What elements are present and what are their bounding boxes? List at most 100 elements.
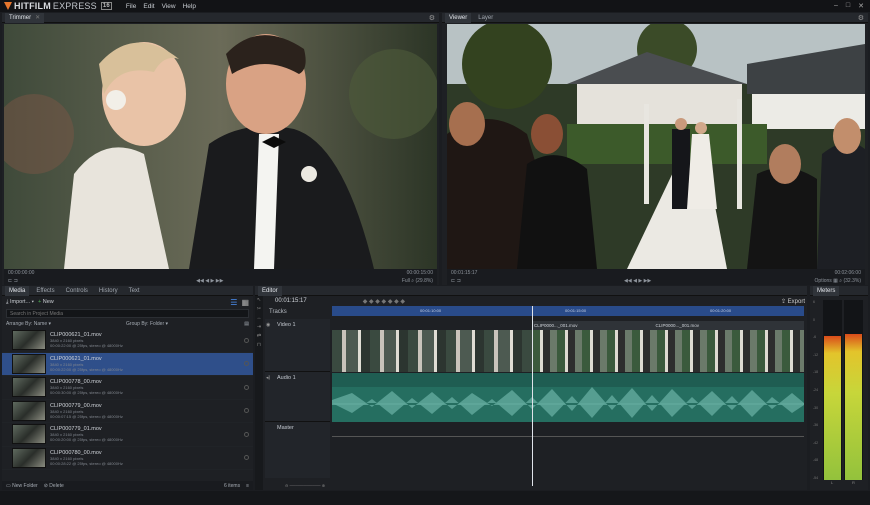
ruler-tick: 00:01:15:00 — [565, 308, 587, 313]
video-track-header[interactable]: ◉ Video 1 — [265, 319, 330, 372]
list-item[interactable]: CLIP000779_00.mov 3840 x 2160 pixels 00:00… — [2, 400, 253, 423]
list-item[interactable]: CLIP000621_01.mov 3840 x 2160 pixels 00:00… — [2, 352, 253, 376]
minimize-icon[interactable]: – — [834, 2, 838, 10]
list-view-icon[interactable]: ☰ — [230, 298, 237, 307]
audio-clip[interactable] — [332, 373, 804, 422]
channel-label-left: L — [831, 480, 834, 485]
timeline-ruler[interactable]: 00:01:10:00 00:01:15:00 00:01:20:00 — [332, 306, 804, 316]
group-by-dropdown[interactable]: Group By: Folder ▾ — [126, 321, 168, 327]
playhead[interactable] — [532, 306, 533, 486]
options-dropdown[interactable]: Options — [815, 278, 832, 284]
roll-tool-icon[interactable]: ⇄ — [255, 332, 263, 341]
arrange-by-dropdown[interactable]: Arrange By: Name ▾ — [6, 321, 51, 327]
clip-thumbnail — [12, 400, 46, 421]
media-panel: Media Effects Controls History Text ⤓ Im… — [2, 285, 253, 490]
tab-trimmer[interactable]: Trimmer ✕ — [5, 12, 45, 23]
new-button[interactable]: + New — [38, 299, 54, 305]
meters-panel: Meters 6 0 -6 -12 -18 -24 -30 -36 -42 -48 -54 L R — [810, 285, 868, 490]
viewer-end-time: 00:02:06:00 — [834, 270, 861, 276]
eye-icon: ◉ — [266, 322, 271, 328]
zoom-label[interactable]: Full — [402, 278, 410, 284]
tab-effects[interactable]: Effects — [32, 286, 58, 296]
menu-help[interactable]: Help — [183, 3, 196, 10]
clip-thumbnail — [12, 330, 46, 351]
list-item[interactable]: CLIP000778_00.mov 3840 x 2160 pixels 00:00… — [2, 376, 253, 400]
media-list: CLIP000621_01.mov 3840 x 2160 pixels 00:00… — [2, 329, 253, 470]
menu-bar: HITFILM EXPRESS 16 File Edit View Help –… — [0, 0, 870, 12]
tracks-label: Tracks — [269, 309, 287, 315]
tab-viewer[interactable]: Viewer — [445, 12, 472, 23]
tab-layer[interactable]: Layer — [474, 13, 497, 23]
close-icon[interactable]: ✕ — [858, 2, 864, 10]
zoom-value: (32.3%) — [843, 278, 861, 284]
in-out-icon[interactable]: ⊏ ⊐ — [451, 278, 461, 284]
list-item[interactable]: CLIP000621_01.mov 3840 x 2160 pixels 00:00… — [2, 329, 253, 353]
search-icon[interactable]: ⌕ — [411, 278, 414, 284]
slip-tool-icon[interactable]: ↔ — [255, 314, 263, 323]
snap-icon[interactable]: ⊓ — [255, 341, 263, 350]
in-out-icon[interactable]: ⊏ ⊐ — [8, 278, 18, 284]
editor-panel: Editor ↖ ✂ ↔ ⇥ ⇄ ⊓ 00:01:15:17 ◆ ◆ ◆ ◆ ◆… — [255, 285, 807, 490]
list-item[interactable]: CLIP000779_01.mov 3840 x 2160 pixels 00:00… — [2, 423, 253, 447]
item-count: 6 items — [223, 482, 241, 489]
tab-controls[interactable]: Controls — [62, 286, 92, 296]
status-dot — [244, 361, 249, 367]
tab-history[interactable]: History — [95, 286, 122, 296]
video-track-name: Video 1 — [277, 322, 296, 328]
trimmer-end-time: 00:00:15:00 — [406, 270, 433, 276]
menu-view[interactable]: View — [162, 3, 176, 10]
search-input[interactable] — [6, 309, 249, 318]
tab-media[interactable]: Media — [5, 285, 30, 296]
viewer-video[interactable] — [447, 24, 865, 269]
audio-track-header[interactable]: ◂) Audio 1 — [265, 372, 330, 422]
channel-label-right: R — [852, 480, 855, 485]
grid-view-icon[interactable]: ▦ — [241, 298, 249, 307]
timecode[interactable]: 00:01:15:17 — [275, 298, 307, 304]
audio-waveform — [332, 373, 804, 418]
video-clip[interactable] — [332, 330, 532, 372]
meter-scale: 6 0 -6 -12 -18 -24 -30 -36 -42 -48 -54 — [813, 300, 819, 480]
zoom-value: (29.8%) — [415, 278, 433, 284]
app-logo: HITFILM EXPRESS 16 — [4, 1, 112, 11]
trimmer-panel: Trimmer ✕ ⚙ 00:00:00:00 00:00:15:00 ⊏ ⊐ … — [2, 12, 439, 285]
tab-text[interactable]: Text — [125, 286, 144, 296]
folder-icon[interactable]: ▤ — [244, 321, 249, 327]
menu-file[interactable]: File — [126, 3, 136, 10]
viewer-panel: Viewer Layer ⚙ 00:01:15:17 00:02:06:00 ⊏… — [442, 12, 868, 285]
gear-icon[interactable]: ⚙ — [858, 14, 864, 22]
playback-controls[interactable]: ◀◀ ◀ ▶ ▶▶ — [624, 278, 651, 284]
master-track-name: Master — [277, 425, 294, 431]
slice-tool-icon[interactable]: ✂ — [255, 305, 263, 314]
menu-edit[interactable]: Edit — [143, 3, 154, 10]
status-dot — [244, 384, 249, 390]
clip-thumbnail — [12, 447, 46, 468]
export-button[interactable]: ⇪ Export — [781, 298, 805, 305]
tab-meters[interactable]: Meters — [813, 285, 840, 296]
viewer-current-time: 00:01:15:17 — [451, 270, 478, 276]
video-clip[interactable]: CLIP0000..._001.mov CLIP0000..._001.mov — [532, 321, 804, 372]
search-icon[interactable]: ⌕ — [839, 278, 842, 284]
marker-icon[interactable]: ◆ ◆ ◆ ◆ ◆ ◆ ◆ — [363, 298, 405, 305]
grid-icon[interactable]: ▦ — [833, 278, 838, 284]
wedding-aisle-image — [447, 24, 865, 269]
select-tool-icon[interactable]: ↖ — [255, 296, 263, 305]
version-badge: 16 — [100, 2, 112, 10]
import-button[interactable]: ⤓ Import... ▾ — [6, 299, 34, 306]
menu-icon[interactable]: ≡ — [246, 483, 249, 489]
status-dot — [244, 337, 249, 343]
delete-button[interactable]: ⊘ Delete — [44, 483, 64, 489]
new-folder-button[interactable]: ▭ New Folder — [6, 483, 38, 489]
status-dot — [244, 431, 249, 437]
zoom-scrollbar[interactable]: ⊖ ─────────── ⊕ — [265, 482, 805, 488]
status-bar — [0, 491, 870, 505]
status-dot — [244, 455, 249, 461]
ripple-tool-icon[interactable]: ⇥ — [255, 323, 263, 332]
trimmer-video[interactable] — [4, 24, 437, 269]
list-item[interactable]: CLIP000780_00.mov 3840 x 2160 pixels 00:00… — [2, 447, 253, 470]
clip-label: CLIP0000..._001.mov — [655, 323, 700, 328]
brand-name: HITFILM — [14, 1, 51, 11]
playback-controls[interactable]: ◀◀ ◀ ▶ ▶▶ — [196, 278, 223, 284]
tab-editor[interactable]: Editor — [258, 285, 282, 296]
gear-icon[interactable]: ⚙ — [429, 14, 435, 22]
maximize-icon[interactable]: □ — [846, 2, 850, 10]
